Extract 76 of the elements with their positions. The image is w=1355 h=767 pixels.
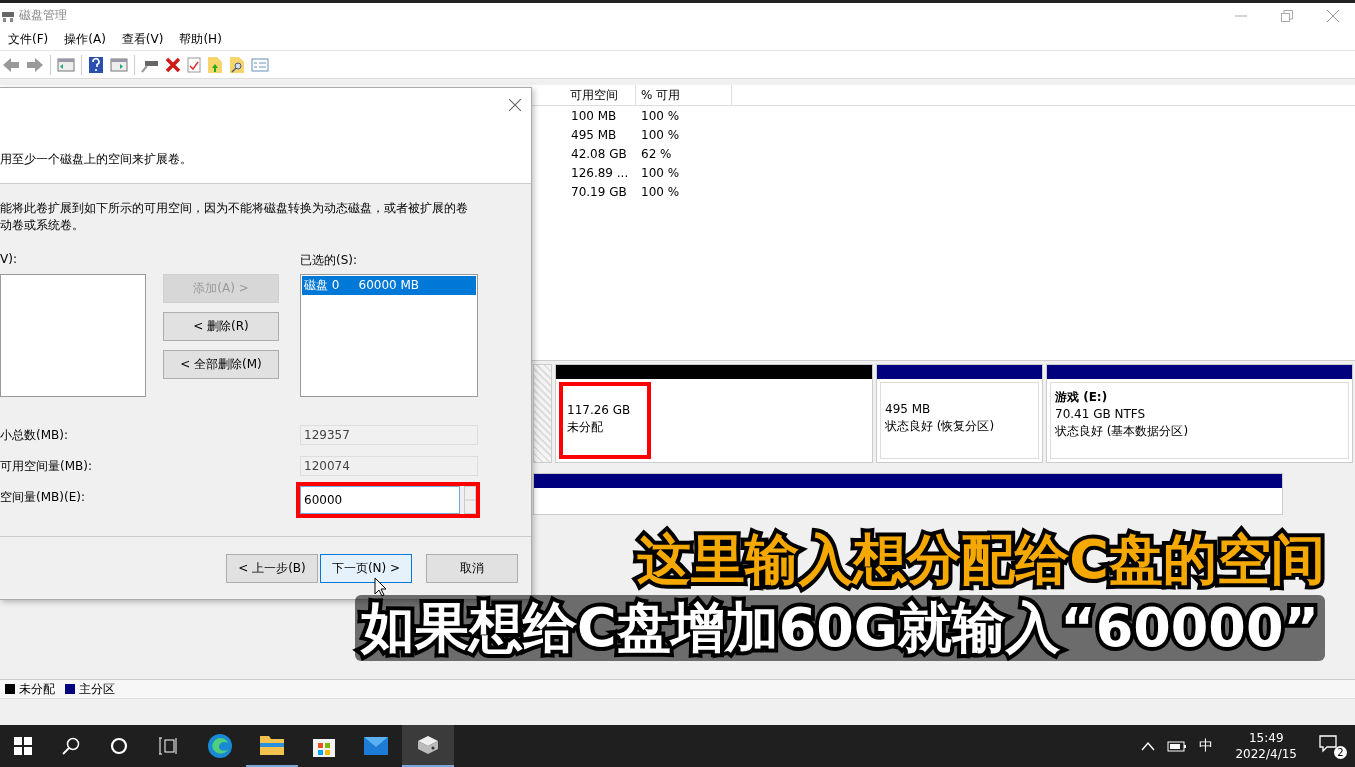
- wizard-note-line: 动卷或系统卷。: [0, 217, 84, 234]
- delete-icon[interactable]: [165, 56, 181, 73]
- console-icon[interactable]: [57, 56, 75, 73]
- table-cell-text: 126.89 ...: [570, 165, 630, 180]
- partition-info: 495 MB: [885, 401, 932, 418]
- folder-icon: [259, 734, 285, 756]
- partition-info: 状态良好 (恢复分区): [885, 418, 996, 435]
- caption-text: 这里输入想分配给C盘的空间: [637, 527, 1325, 593]
- selected-list[interactable]: 磁盘 0 60000 MB: [300, 274, 478, 397]
- table-cell-text: 42.08 GB: [570, 146, 628, 161]
- legend-label: 主分区: [79, 680, 115, 698]
- cortana-icon[interactable]: [110, 737, 128, 755]
- wizard-button[interactable]: < 上一步(B): [226, 553, 318, 583]
- table-cell-text: 100 %: [640, 108, 680, 123]
- table-cell-text: 70.19 GB: [570, 184, 628, 199]
- close-icon[interactable]: [509, 99, 521, 111]
- partition-name: 游戏 (E:): [1055, 389, 1109, 406]
- field-label: 可用空间量(MB):: [0, 457, 93, 475]
- console-icon[interactable]: [110, 56, 128, 73]
- table-cell-text: 100 %: [640, 165, 680, 180]
- list-item[interactable]: 磁盘 0 60000 MB: [302, 276, 476, 295]
- readonly-field[interactable]: 129357: [300, 425, 478, 445]
- partition-block[interactable]: 495 MB 状态良好 (恢复分区): [876, 364, 1043, 463]
- caption-text: 如果想给C盘增加60G就输入“60000”: [355, 595, 1325, 661]
- menu-item[interactable]: 文件(F): [0, 30, 57, 48]
- task-view-icon[interactable]: [158, 737, 178, 755]
- list-label: V):: [0, 252, 18, 268]
- forward-arrow-icon[interactable]: [26, 56, 44, 73]
- chevron-up-icon[interactable]: [1141, 741, 1156, 751]
- menu-item[interactable]: 查看(V): [113, 30, 172, 48]
- move-button[interactable]: < 删除(R): [163, 312, 279, 341]
- browser-icon: [207, 733, 233, 759]
- network-icon[interactable]: [1167, 739, 1188, 753]
- partition-info: 70.41 GB NTFS: [1055, 406, 1147, 423]
- table-cell-text: 495 MB: [570, 127, 618, 142]
- partition-info: 117.26 GB: [567, 402, 632, 419]
- partition-block[interactable]: [533, 473, 1283, 515]
- envelope-icon: [363, 736, 389, 756]
- menu-item[interactable]: 操作(A): [56, 30, 114, 48]
- wizard-note-line: 能将此卷扩展到如下所示的可用空间，因为不能将磁盘转换为动态磁盘，或者被扩展的卷: [0, 200, 468, 217]
- table-cell-text: 100 MB: [570, 108, 618, 123]
- folder-search-icon[interactable]: [229, 55, 245, 74]
- move-button[interactable]: < 全部删除(M): [163, 350, 279, 379]
- drive-icon: [415, 734, 441, 756]
- legend-label: 未分配: [19, 680, 55, 698]
- window-title: 磁盘管理: [19, 7, 67, 24]
- table-cell-text: 100 %: [640, 127, 680, 142]
- column-header[interactable]: % 可用: [636, 85, 732, 105]
- help-icon[interactable]: [88, 55, 104, 74]
- table-cell-text: 62 %: [640, 146, 672, 161]
- wizard-button[interactable]: 下一页(N) >: [320, 553, 412, 583]
- taskbar-button[interactable]: [402, 725, 454, 767]
- partition-info: 未分配: [567, 419, 604, 436]
- wizard-subtitle: 用至少一个磁盘上的空间来扩展卷。: [0, 151, 192, 168]
- close-icon[interactable]: [1327, 9, 1339, 22]
- search-icon[interactable]: [62, 737, 80, 755]
- partition-block[interactable]: 游戏 (E:) 70.41 GB NTFS 状态良好 (基本数据分区): [1046, 364, 1353, 463]
- back-arrow-icon[interactable]: [2, 56, 20, 73]
- checklist-icon[interactable]: [187, 56, 201, 73]
- start-icon[interactable]: [14, 737, 32, 755]
- input-method-indicator[interactable]: 中: [1199, 737, 1214, 755]
- list-label: 已选的(S):: [300, 252, 359, 269]
- table-cell-text: 100 %: [640, 184, 680, 199]
- readonly-field[interactable]: 120074: [300, 456, 478, 476]
- size-input-field[interactable]: 60000: [300, 486, 460, 514]
- wizard-button[interactable]: 取消: [426, 553, 518, 583]
- available-list[interactable]: [0, 274, 146, 397]
- column-header[interactable]: 可用空间: [565, 85, 636, 105]
- menu-item[interactable]: 帮助(H): [171, 30, 230, 48]
- field-label: 空间量(MB)(E):: [0, 488, 86, 506]
- partition-info: 状态良好 (基本数据分区): [1055, 423, 1190, 440]
- field-label: 小总数(MB):: [0, 426, 69, 444]
- partition-block[interactable]: 117.26 GB 未分配: [555, 364, 873, 463]
- mouse-cursor-icon: [374, 577, 388, 597]
- clock[interactable]: 15:49 2022/4/15: [1235, 730, 1297, 762]
- folder-up-icon[interactable]: [207, 55, 223, 74]
